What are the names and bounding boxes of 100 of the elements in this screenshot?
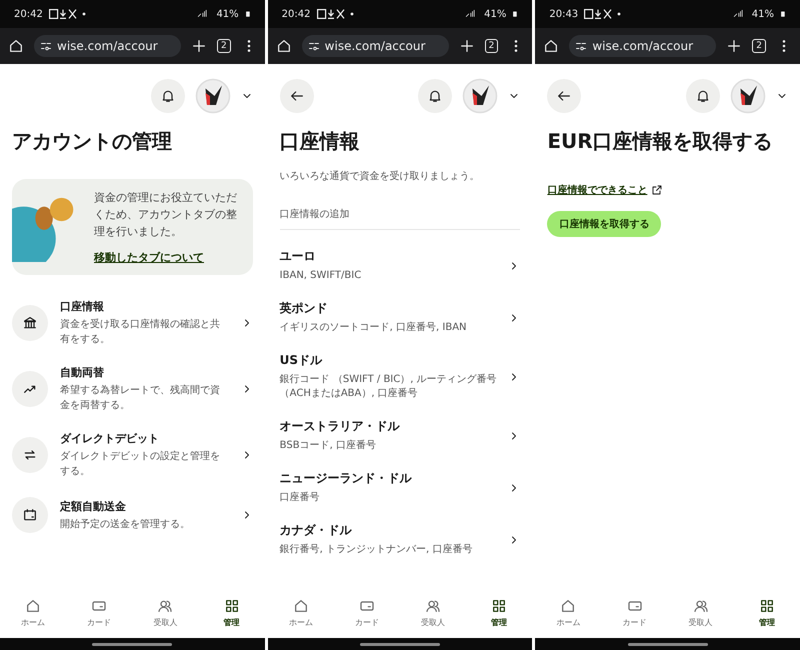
page-title: EUR口座情報を取得する — [547, 128, 774, 155]
gesture-bar[interactable] — [628, 642, 708, 646]
plus-icon[interactable] — [190, 38, 207, 54]
currency-item[interactable]: オーストラリア・ドル BSBコード, 口座番号 — [280, 410, 520, 462]
url-text: wise.com/accour — [324, 39, 426, 53]
currency-name: ユーロ — [280, 248, 317, 265]
currency-item[interactable]: カナダ・ドル 銀行番号, トランジットナンバー, 口座番号 — [280, 514, 520, 566]
currency-name: ニュージーランド・ドル — [280, 470, 413, 487]
currency-name: 英ポンド — [280, 300, 329, 317]
nav-tab[interactable]: 管理 — [477, 598, 522, 628]
people-icon — [692, 598, 709, 614]
status-time: 20:42 — [282, 8, 310, 20]
external-link-icon[interactable] — [651, 184, 664, 196]
page-title: 口座情報 — [280, 128, 361, 155]
tab-count-button[interactable]: 2 — [484, 39, 498, 53]
address-bar[interactable]: wise.com/accour — [34, 35, 181, 57]
section-label: 口座情報の追加 — [280, 207, 520, 230]
currency-details: 銀行番号, トランジットナンバー, 口座番号 — [280, 543, 474, 557]
currency-name: カナダ・ドル — [280, 522, 353, 539]
home-icon[interactable] — [543, 38, 560, 54]
currency-item[interactable]: ニュージーランド・ドル 口座番号 — [280, 462, 520, 514]
battery-icon — [244, 9, 251, 19]
nav-tab[interactable]: ホーム — [546, 598, 590, 628]
home-icon — [292, 598, 309, 614]
menu-item-title: 自動両替 — [60, 365, 105, 380]
info-link[interactable]: 口座情報でできること — [547, 183, 648, 197]
gesture-bar[interactable] — [92, 642, 172, 646]
people-icon — [425, 598, 442, 614]
home-icon — [25, 598, 42, 614]
menu-item-description: 開始予定の送金を管理する。 — [60, 518, 191, 532]
menu-item[interactable]: 自動両替 希望する為替レートで、残高間で資金を両替する。 — [12, 365, 253, 413]
grid-icon — [224, 598, 240, 614]
get-account-details-button[interactable]: 口座情報を取得する — [547, 211, 662, 237]
tab-count-button[interactable]: 2 — [752, 39, 766, 53]
avatar-icon[interactable] — [462, 78, 498, 114]
avatar-icon[interactable] — [730, 78, 766, 114]
nav-tab[interactable]: ホーム — [278, 598, 323, 628]
tab-count-button[interactable]: 2 — [216, 39, 231, 53]
menu-item-title: ダイレクトデビット — [60, 431, 160, 446]
plus-icon[interactable] — [726, 38, 742, 54]
address-bar[interactable]: wise.com/accour — [569, 35, 716, 57]
notifications-button[interactable] — [150, 79, 185, 113]
home-icon[interactable] — [276, 38, 292, 54]
nav-tab[interactable]: 管理 — [744, 598, 789, 628]
currency-details: 口座番号 — [280, 491, 321, 505]
nav-tab[interactable]: カード — [612, 598, 657, 628]
currency-item[interactable]: 英ポンド イギリスのソートコード, 口座番号, IBAN — [280, 292, 520, 344]
url-text: wise.com/accour — [57, 39, 158, 53]
currency-name: USドル — [280, 352, 324, 369]
nav-tab[interactable]: 受取人 — [678, 598, 723, 628]
home-icon[interactable] — [8, 38, 24, 54]
battery-icon — [780, 9, 786, 19]
battery-level: 41% — [216, 8, 239, 20]
plus-icon[interactable] — [458, 38, 475, 54]
back-button[interactable] — [547, 79, 582, 113]
menu-item-description: 希望する為替レートで、残高間で資金を両替する。 — [60, 384, 221, 413]
notification-icons — [584, 9, 622, 19]
notifications-button[interactable] — [418, 79, 452, 113]
currency-name: オーストラリア・ドル — [280, 418, 401, 435]
menu-item-title: 定額自動送金 — [60, 498, 127, 514]
currency-details: BSBコード, 口座番号 — [280, 439, 377, 453]
notification-icons — [316, 9, 354, 19]
people-icon — [157, 598, 174, 614]
notifications-button[interactable] — [686, 79, 720, 113]
back-button[interactable] — [280, 79, 314, 113]
currency-item[interactable]: USドル 銀行コード （SWIFT / BIC）, ルーティング番号（ACHまたはABA）, 口座番号 — [280, 344, 520, 410]
calendar-icon — [22, 507, 38, 523]
nav-tab[interactable]: カード — [77, 598, 122, 628]
tabs-moved-link[interactable]: 移動したタブについて — [94, 251, 204, 264]
menu-item-description: 資金を受け取る口座情報の確認と共有をする。 — [60, 318, 221, 347]
nav-tab[interactable]: 受取人 — [143, 598, 188, 628]
gesture-bar[interactable] — [360, 642, 440, 646]
menu-item-description: ダイレクトデビットの設定と管理をする。 — [60, 450, 221, 479]
nav-tab[interactable]: 管理 — [210, 598, 254, 628]
currency-details: イギリスのソートコード, 口座番号, IBAN — [280, 321, 468, 335]
nav-tab[interactable]: 受取人 — [411, 598, 456, 628]
home-icon — [560, 598, 576, 614]
battery-level: 41% — [752, 8, 774, 20]
grid-icon — [491, 598, 508, 614]
status-time: 20:42 — [14, 8, 43, 20]
currency-details: 銀行コード （SWIFT / BIC）, ルーティング番号（ACHまたはABA）, 口座番号 — [280, 373, 498, 401]
menu-item[interactable]: 定額自動送金 開始予定の送金を管理する。 — [12, 497, 253, 533]
nav-tab[interactable]: ホーム — [11, 598, 56, 628]
bank-icon — [22, 315, 38, 331]
currency-item[interactable]: ユーロ IBAN, SWIFT/BIC — [280, 240, 520, 292]
address-bar[interactable]: wise.com/accour — [302, 35, 449, 57]
site-settings-icon — [40, 40, 52, 52]
notification-icons — [48, 9, 87, 19]
nav-tab[interactable]: カード — [344, 598, 389, 628]
page-subtitle: いろいろな通貨で資金を受け取りましょう。 — [280, 170, 481, 183]
battery-level: 41% — [484, 8, 506, 20]
menu-item[interactable]: 口座情報 資金を受け取る口座情報の確認と共有をする。 — [12, 299, 253, 347]
site-settings-icon — [575, 40, 588, 52]
avatar-icon[interactable] — [194, 78, 231, 114]
url-text: wise.com/accour — [592, 39, 694, 53]
menu-item[interactable]: ダイレクトデビット ダイレクトデビットの設定と管理をする。 — [12, 431, 253, 479]
promo-text: 資金の管理にお役立ていただくため、アカウントタブの整理を行いました。 — [94, 190, 238, 240]
menu-item-title: 口座情報 — [60, 299, 105, 314]
status-time: 20:43 — [549, 8, 578, 20]
site-settings-icon — [308, 40, 320, 52]
